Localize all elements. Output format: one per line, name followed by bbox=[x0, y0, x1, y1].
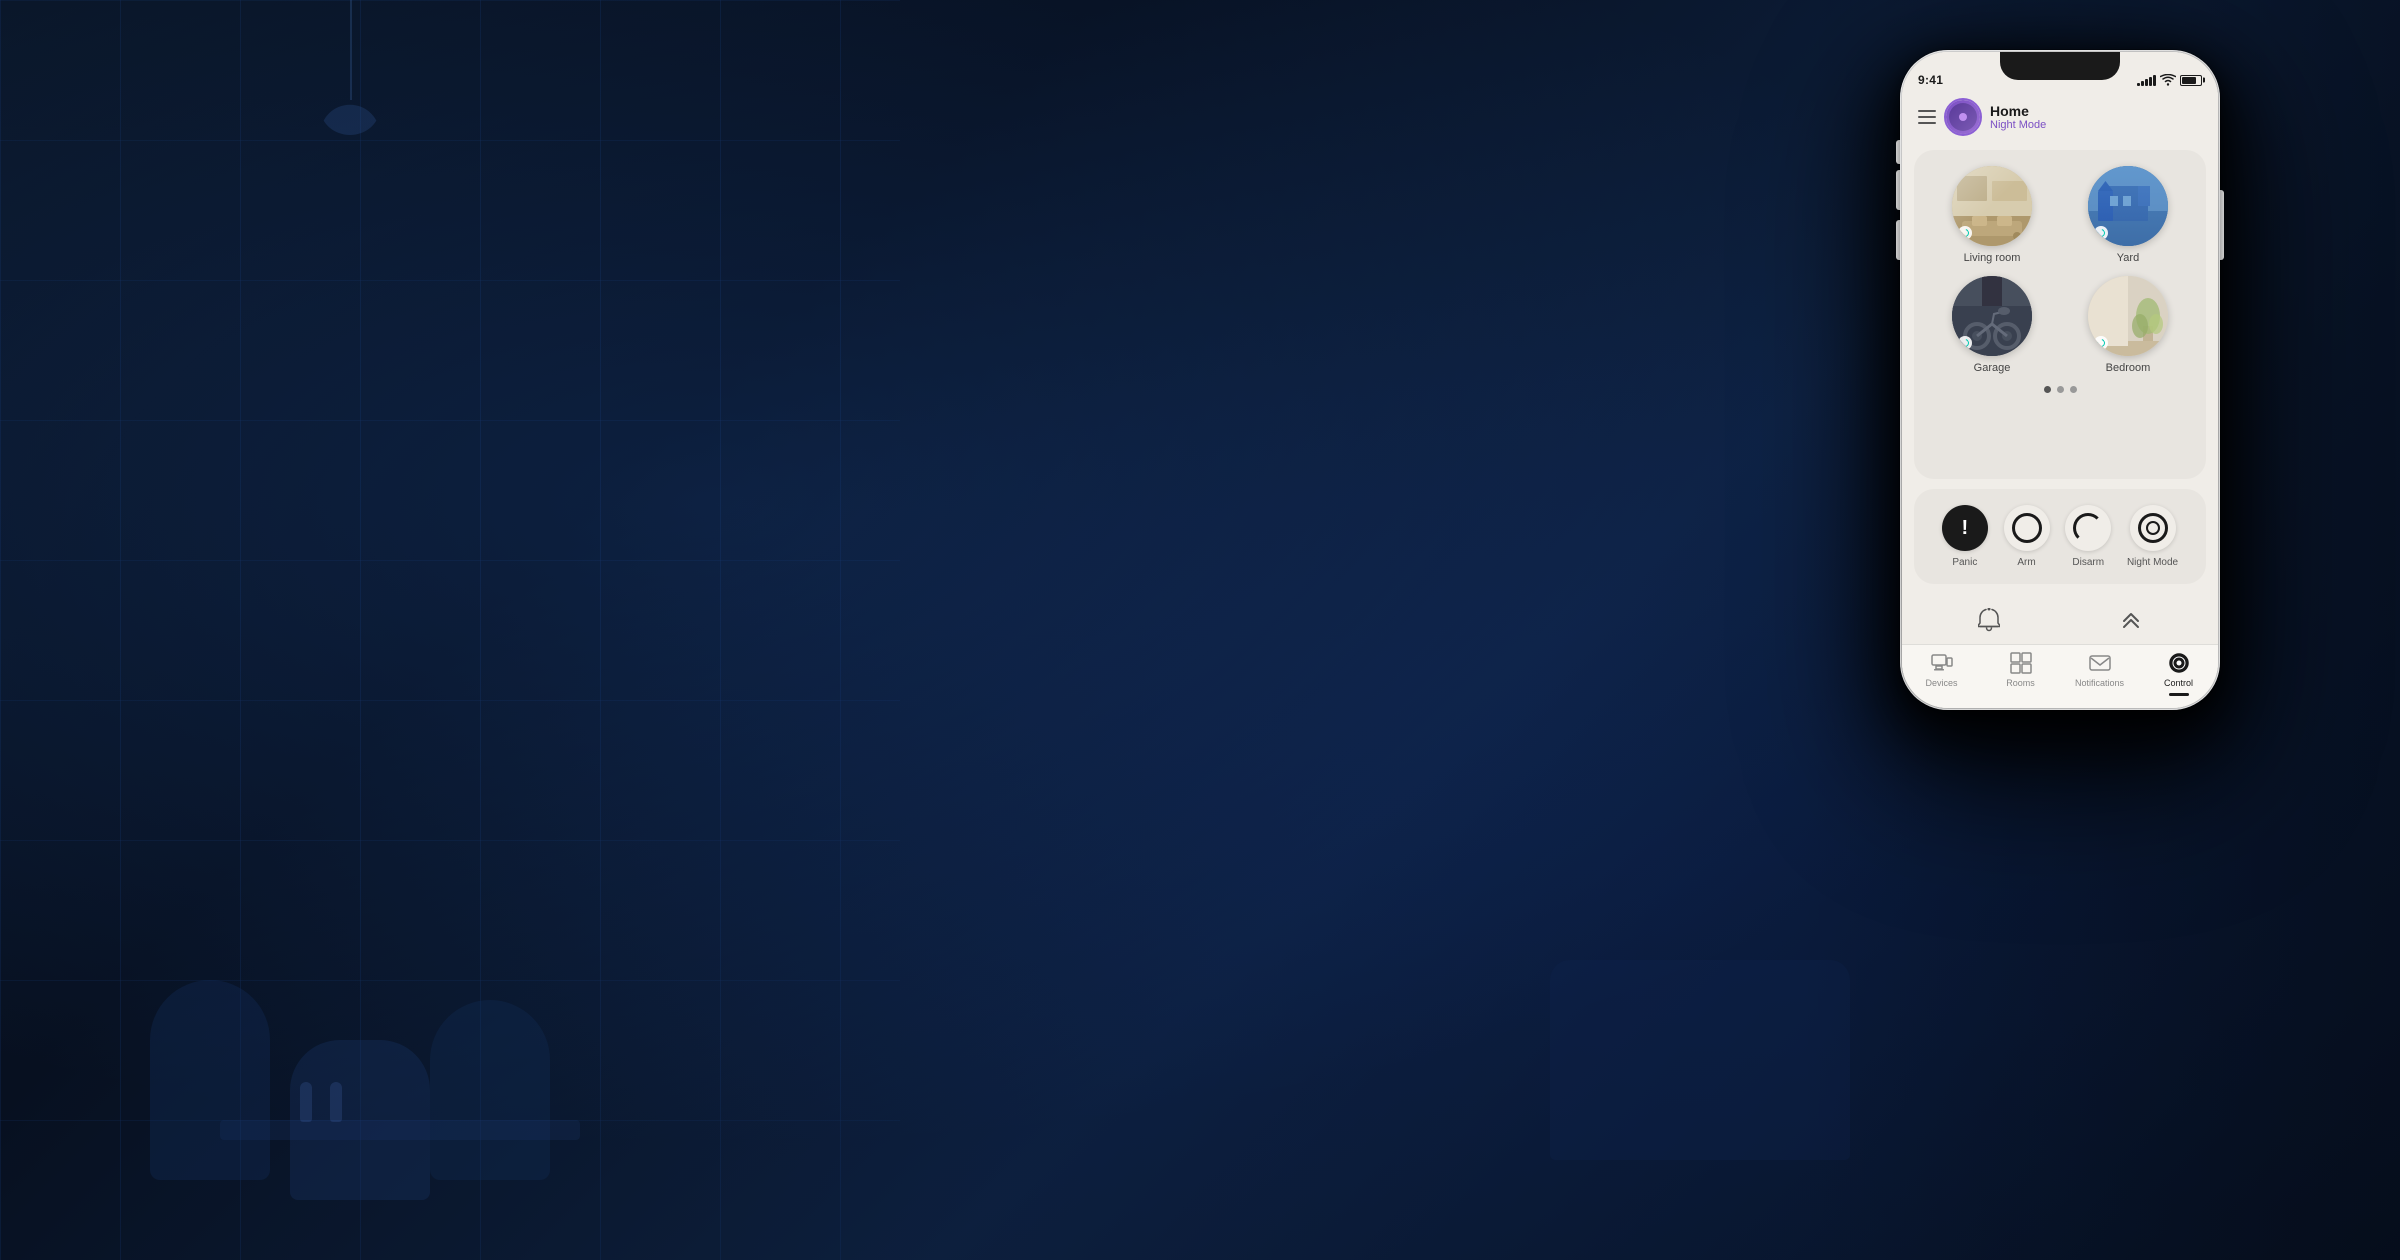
disarm-button[interactable]: Disarm bbox=[2065, 505, 2111, 568]
volume-up-button[interactable] bbox=[1896, 170, 1900, 210]
tab-notifications[interactable]: Notifications bbox=[2060, 651, 2139, 688]
phone-notch bbox=[2000, 52, 2120, 80]
room-circle-living-room bbox=[1952, 166, 2032, 246]
status-time: 9:41 bbox=[1918, 73, 1943, 87]
glass-1 bbox=[300, 1082, 312, 1122]
bell-button[interactable] bbox=[1969, 600, 2009, 640]
tab-control-label: Control bbox=[2164, 678, 2193, 688]
room-status-bedroom bbox=[2094, 336, 2108, 350]
page-dot-1[interactable] bbox=[2044, 386, 2051, 393]
room-label-yard: Yard bbox=[2117, 252, 2139, 264]
panic-label: Panic bbox=[1952, 557, 1977, 568]
silent-button[interactable] bbox=[1896, 140, 1900, 164]
night-mode-target-icon bbox=[2138, 513, 2168, 543]
room-circle-garage bbox=[1952, 276, 2032, 356]
power-button[interactable] bbox=[2220, 190, 2224, 260]
security-buttons: ! Panic Arm bbox=[1934, 505, 2186, 568]
chevron-up-double-icon bbox=[2120, 608, 2142, 632]
room-item-bedroom[interactable]: Bedroom bbox=[2066, 276, 2190, 374]
room-label-living-room: Living room bbox=[1964, 252, 2021, 264]
room-status-living bbox=[1958, 226, 1972, 240]
room-item-living-room[interactable]: Living room bbox=[1930, 166, 2054, 264]
app-screen: 9:41 bbox=[1902, 52, 2218, 708]
arm-icon-wrap bbox=[2004, 505, 2050, 551]
tab-rooms[interactable]: Rooms bbox=[1981, 651, 2060, 688]
tab-rooms-label: Rooms bbox=[2006, 678, 2035, 688]
tab-notifications-label: Notifications bbox=[2075, 678, 2124, 688]
arm-circle-icon bbox=[2012, 513, 2042, 543]
room-circle-bedroom bbox=[2088, 276, 2168, 356]
room-item-garage[interactable]: Garage bbox=[1930, 276, 2054, 374]
app-header: Home Night Mode bbox=[1902, 96, 2218, 142]
table-silhouette bbox=[220, 1120, 580, 1140]
night-mode-icon-wrap bbox=[2130, 505, 2176, 551]
tab-devices-label: Devices bbox=[1925, 678, 1957, 688]
chair-silhouette-1 bbox=[150, 980, 270, 1180]
panic-exclaim-icon: ! bbox=[1962, 518, 1969, 538]
security-card: ! Panic Arm bbox=[1914, 489, 2206, 584]
notifications-icon bbox=[2088, 651, 2112, 675]
battery-fill bbox=[2182, 77, 2196, 84]
rooms-icon bbox=[2009, 651, 2033, 675]
tab-control[interactable]: Control bbox=[2139, 651, 2218, 696]
battery-icon bbox=[2180, 75, 2202, 86]
main-content: Living room bbox=[1902, 142, 2218, 592]
phone-frame: 9:41 bbox=[1900, 50, 2220, 710]
disarm-arc-icon bbox=[2073, 513, 2103, 543]
room-circle-yard bbox=[2088, 166, 2168, 246]
room-status-garage bbox=[1958, 336, 1972, 350]
signal-icon bbox=[2137, 75, 2156, 86]
phone-device: 9:41 bbox=[1900, 50, 2220, 710]
page-dot-3[interactable] bbox=[2070, 386, 2077, 393]
room-label-garage: Garage bbox=[1974, 362, 2011, 374]
volume-down-button[interactable] bbox=[1896, 220, 1900, 260]
tab-devices[interactable]: Devices bbox=[1902, 651, 1981, 688]
rooms-card: Living room bbox=[1914, 150, 2206, 479]
control-icon bbox=[2167, 651, 2191, 675]
room-label-bedroom: Bedroom bbox=[2106, 362, 2151, 374]
bell-icon bbox=[1978, 608, 2000, 632]
wifi-icon bbox=[2160, 74, 2176, 86]
page-dot-2[interactable] bbox=[2057, 386, 2064, 393]
tab-active-indicator bbox=[2169, 693, 2189, 696]
header-title: Home bbox=[1990, 103, 2202, 120]
disarm-icon-wrap bbox=[2065, 505, 2111, 551]
phone-screen: 9:41 bbox=[1902, 52, 2218, 708]
tab-bar: Devices Rooms bbox=[1902, 644, 2218, 708]
header-subtitle: Night Mode bbox=[1990, 119, 2202, 131]
room-item-yard[interactable]: Yard bbox=[2066, 166, 2190, 264]
up-arrows-button[interactable] bbox=[2111, 600, 2151, 640]
arm-label: Arm bbox=[2017, 557, 2035, 568]
home-avatar[interactable] bbox=[1946, 100, 1980, 134]
status-icons bbox=[2137, 74, 2202, 86]
disarm-label: Disarm bbox=[2072, 557, 2104, 568]
night-mode-button[interactable]: Night Mode bbox=[2127, 505, 2178, 568]
night-mode-label: Night Mode bbox=[2127, 557, 2178, 568]
room-status-yard bbox=[2094, 226, 2108, 240]
arm-button[interactable]: Arm bbox=[2004, 505, 2050, 568]
glass-2 bbox=[330, 1082, 342, 1122]
chair-silhouette-2 bbox=[430, 1000, 550, 1180]
rooms-grid: Living room bbox=[1930, 166, 2190, 374]
devices-icon bbox=[1930, 651, 1954, 675]
panic-icon-wrap: ! bbox=[1942, 505, 1988, 551]
page-dots bbox=[1930, 386, 2190, 393]
panic-button[interactable]: ! Panic bbox=[1942, 505, 1988, 568]
header-text: Home Night Mode bbox=[1990, 103, 2202, 132]
bottom-actions bbox=[1902, 592, 2218, 644]
menu-icon[interactable] bbox=[1918, 110, 1936, 124]
lamp-cord bbox=[350, 0, 352, 100]
